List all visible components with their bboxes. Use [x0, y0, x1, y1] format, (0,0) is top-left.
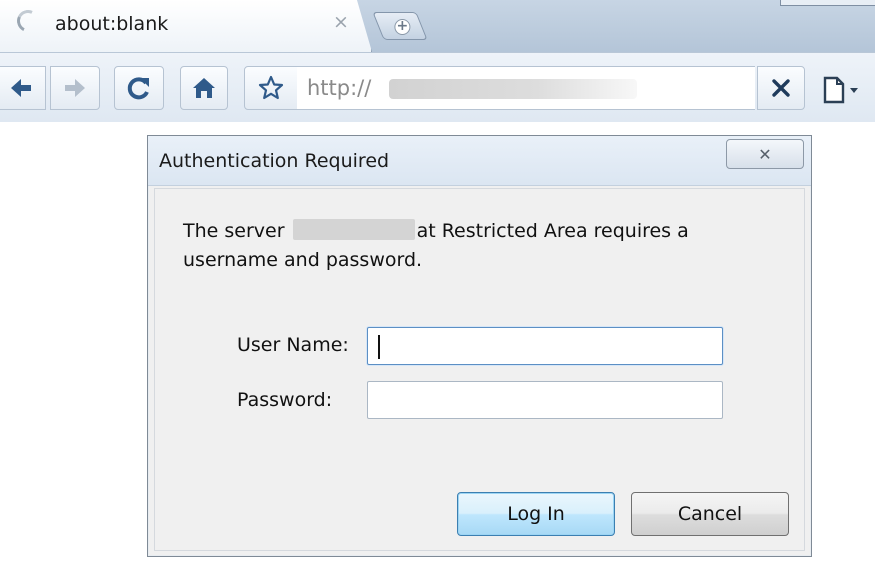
page-menu-icon [823, 76, 858, 104]
forward-button[interactable] [50, 66, 100, 110]
close-icon: ✕ [758, 144, 772, 164]
stop-button[interactable] [757, 66, 805, 110]
server-name-redacted [292, 219, 415, 240]
stop-icon [772, 79, 790, 97]
password-label: Password: [237, 389, 333, 411]
login-button[interactable]: Log In [457, 492, 615, 536]
cancel-button[interactable]: Cancel [631, 492, 789, 536]
window-controls-edge [780, 0, 875, 6]
forward-icon [65, 79, 85, 97]
address-bar[interactable]: http:// [297, 66, 755, 110]
message-prefix: The server [183, 220, 285, 242]
username-field[interactable] [367, 327, 723, 365]
auth-message: The server at Restricted Area requires a… [183, 217, 703, 275]
new-tab-button[interactable]: + [372, 12, 428, 40]
home-button[interactable] [180, 66, 228, 110]
back-button[interactable] [0, 66, 46, 110]
loading-spinner-icon [13, 6, 43, 36]
login-button-label: Log In [507, 503, 565, 525]
username-label: User Name: [237, 334, 349, 356]
cancel-button-label: Cancel [677, 503, 743, 525]
back-icon [11, 79, 31, 97]
tab-strip: about:blank × + [0, 0, 875, 52]
bookmark-star-button[interactable] [244, 66, 298, 110]
dialog-title: Authentication Required [159, 150, 390, 172]
plus-icon: + [394, 18, 411, 35]
url-prefix: http:// [307, 76, 372, 100]
password-field[interactable] [367, 381, 723, 419]
dialog-body: The server at Restricted Area requires a… [154, 188, 805, 551]
tab-close-icon[interactable]: × [333, 13, 349, 32]
browser-tab[interactable]: about:blank × [0, 0, 372, 52]
auth-dialog: Authentication Required ✕ The server at … [147, 135, 812, 557]
star-icon [258, 75, 284, 100]
reload-button[interactable] [114, 66, 164, 110]
tab-title: about:blank [55, 13, 169, 35]
home-icon [193, 78, 215, 98]
url-redacted [389, 79, 637, 99]
reload-icon [127, 77, 149, 100]
page-menu-button[interactable] [820, 75, 875, 105]
browser-toolbar: http:// [0, 52, 875, 122]
dialog-close-button[interactable]: ✕ [726, 139, 804, 169]
dialog-titlebar: Authentication Required ✕ [148, 136, 811, 186]
text-caret [378, 335, 380, 359]
